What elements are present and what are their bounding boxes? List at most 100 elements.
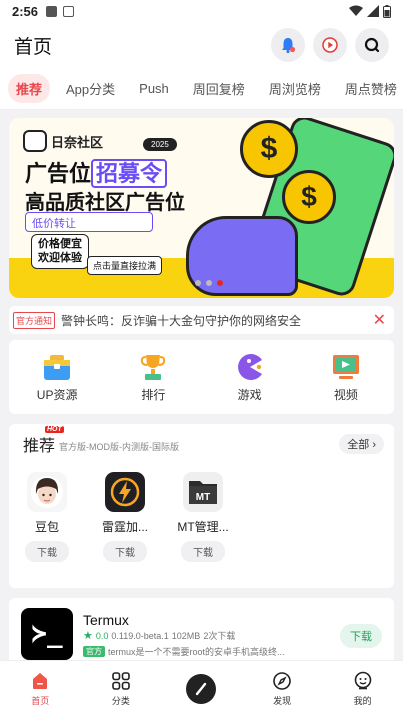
coin-icon: $ — [282, 170, 336, 224]
tv-icon — [332, 354, 359, 379]
notice-tag: 官方通知 — [13, 311, 56, 329]
official-badge: 官方 — [83, 646, 105, 657]
nav-home[interactable]: 首页 — [10, 670, 70, 707]
quick-link-games[interactable]: 游戏 — [215, 352, 285, 403]
featured-app-card[interactable]: ≻_ Termux ★ 0.0 0.119.0-beta.1 102MB 2次下… — [9, 598, 394, 660]
app-header: 首页 — [0, 22, 403, 68]
notice-bar[interactable]: 官方通知 警钟长鸣：反诈骗十大金句守护你的网络安全 ✕ — [9, 306, 394, 334]
nav-label: 我的 — [353, 696, 372, 706]
signal-icon — [367, 5, 379, 17]
tab-weekly-views[interactable]: 周浏览榜 — [261, 74, 329, 103]
star-icon: ★ — [83, 630, 93, 642]
quick-link-ranking[interactable]: 排行 — [118, 352, 188, 403]
nav-category[interactable]: 分类 — [91, 670, 151, 707]
section-subtitle: 官方版-MOD版-内测版-国际版 — [59, 441, 180, 452]
app-notification-icon — [63, 5, 75, 17]
notification-icon — [46, 5, 58, 17]
nav-label: 发现 — [273, 696, 292, 706]
nav-discover[interactable]: 发现 — [252, 670, 312, 707]
recommend-header: 推荐 HOT 官方版-MOD版-内测版-国际版 全部 › — [23, 426, 384, 456]
search-button[interactable] — [355, 28, 389, 62]
lightning-icon — [105, 472, 145, 512]
tab-push[interactable]: Push — [131, 76, 177, 101]
close-icon[interactable]: ✕ — [373, 310, 386, 330]
recommend-apps: 豆包 下载 雷霆加... 下载 MT MT管理... 下载 — [19, 472, 231, 562]
banner-tag-traffic: 点击量直接拉满 — [87, 256, 163, 275]
banner-dot[interactable] — [195, 280, 201, 286]
quick-links: UP资源 排行 游戏 视频 — [9, 340, 394, 414]
banner-year: 2025 — [143, 138, 177, 151]
search-icon — [364, 37, 380, 53]
compass-icon — [271, 670, 293, 692]
banner-tag-cheap: 低价转让 — [25, 212, 153, 232]
nav-create[interactable] — [171, 673, 231, 704]
page-title: 首页 — [14, 36, 53, 58]
section-title-text: 推荐 — [23, 438, 56, 455]
app-card-mt-manager[interactable]: MT MT管理... 下载 — [175, 472, 231, 562]
notice-text[interactable]: 警钟长鸣：反诈骗十大金句守护你的网络安全 — [61, 312, 301, 329]
tab-weekly-likes[interactable]: 周点赞榜 — [337, 74, 403, 103]
home-icon — [29, 670, 51, 692]
pacman-icon — [237, 353, 262, 380]
featured-app-downloads: 2次下载 — [203, 631, 236, 641]
tab-app-category[interactable]: App分类 — [58, 74, 123, 103]
play-icon — [322, 37, 338, 53]
tab-weekly-replies[interactable]: 周回复榜 — [185, 74, 253, 103]
download-button[interactable]: 下载 — [25, 541, 69, 562]
quick-link-label: 视频 — [333, 387, 358, 402]
banner-tag-price: 价格便宜 欢迎体验 — [31, 234, 89, 269]
view-all-label: 全部 — [347, 439, 370, 451]
section-title: 推荐 HOT — [23, 426, 64, 456]
terminal-icon: ≻_ — [21, 608, 73, 660]
quick-link-label: 排行 — [141, 387, 166, 402]
featured-app-name: Termux — [83, 612, 129, 628]
download-button[interactable]: 下载 — [181, 541, 225, 562]
quick-link-videos[interactable]: 视频 — [311, 352, 381, 403]
banner-brand: 日奈社区 — [51, 134, 104, 150]
banner-logo: 日奈社区 — [23, 130, 103, 152]
grid-icon — [110, 670, 132, 692]
banner-dot[interactable] — [206, 280, 212, 286]
category-tabs: 推荐 App分类 Push 周回复榜 周浏览榜 周点赞榜 — [0, 68, 403, 110]
view-all-button[interactable]: 全部 › — [339, 434, 384, 454]
tab-recommend[interactable]: 推荐 — [8, 74, 51, 103]
quick-link-label: 游戏 — [237, 387, 262, 402]
banner-tag-price-b: 欢迎体验 — [38, 252, 82, 265]
banner-headline: 广告位 招募令 — [25, 156, 168, 188]
bottom-navigation: 首页 分类 发现 我的 — [0, 660, 403, 716]
featured-app-description-text: termux是一个不需要root的安卓手机高级终... — [108, 647, 285, 657]
hot-badge: HOT — [45, 426, 64, 433]
wifi-icon — [349, 5, 363, 16]
app-card-leiting[interactable]: 雷霆加... 下载 — [97, 472, 153, 562]
featured-app-description: 官方 termux是一个不需要root的安卓手机高级终... — [83, 645, 285, 658]
download-button[interactable]: 下载 — [103, 541, 147, 562]
app-name: 豆包 — [34, 520, 59, 534]
recommend-section: 推荐 HOT 官方版-MOD版-内测版-国际版 全部 › 豆包 下载 雷霆加..… — [9, 424, 394, 588]
bell-icon — [282, 38, 296, 54]
app-name: MT管理... — [177, 520, 229, 534]
banner-headline-a: 广告位 — [25, 161, 92, 186]
video-button[interactable] — [313, 28, 347, 62]
promo-banner[interactable]: $ $ 日奈社区 2025 广告位 招募令 高品质社区广告位 低价转让 价格便宜 … — [9, 118, 394, 298]
mt-icon-text: MT — [196, 492, 210, 503]
battery-icon — [383, 4, 391, 18]
banner-tag-price-a: 价格便宜 — [38, 238, 82, 250]
download-button[interactable]: 下载 — [340, 624, 382, 648]
status-time: 2:56 — [12, 3, 39, 19]
trophy-icon — [141, 354, 166, 380]
featured-app-rating: 0.0 — [95, 630, 109, 641]
status-bar: 2:56 — [0, 0, 403, 22]
nav-profile[interactable]: 我的 — [333, 670, 393, 707]
notifications-button[interactable] — [271, 28, 305, 62]
banner-headline-b: 招募令 — [91, 159, 168, 188]
banner-pagination — [195, 280, 223, 286]
quick-link-up-resources[interactable]: UP资源 — [22, 352, 92, 403]
doubao-icon — [27, 472, 67, 512]
app-name: 雷霆加... — [101, 520, 148, 534]
banner-dot-active[interactable] — [217, 280, 223, 286]
nav-label: 分类 — [111, 696, 130, 706]
featured-app-size: 102MB — [171, 630, 201, 641]
coin-icon: $ — [240, 120, 298, 178]
profile-icon — [352, 670, 374, 692]
app-card-doubao[interactable]: 豆包 下载 — [19, 472, 75, 562]
